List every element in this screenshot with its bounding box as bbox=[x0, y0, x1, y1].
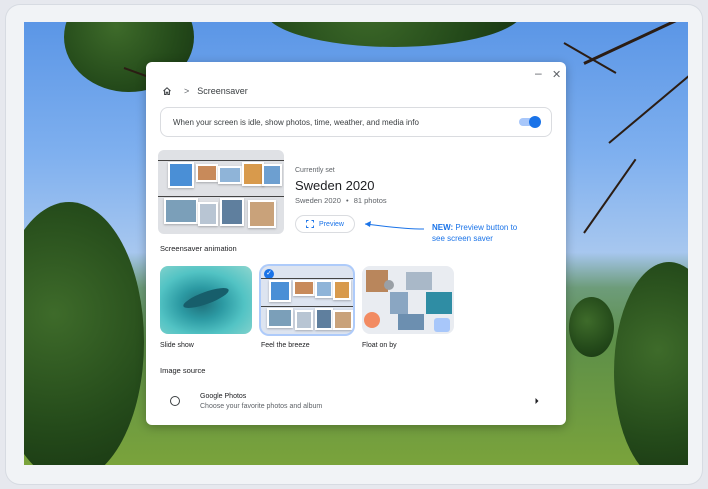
branch bbox=[583, 158, 637, 234]
idle-toggle-label: When your screen is idle, show photos, t… bbox=[173, 117, 419, 127]
right-tree-small bbox=[569, 297, 614, 357]
float-shape bbox=[434, 318, 450, 332]
branch bbox=[563, 42, 617, 74]
album-photo bbox=[168, 162, 194, 188]
image-source-google-photos[interactable]: Google Photos Choose your favorite photo… bbox=[160, 382, 552, 420]
float-photo bbox=[406, 272, 432, 290]
album-name: Sweden 2020 bbox=[295, 196, 341, 205]
top-canopy bbox=[264, 22, 524, 47]
album-photo bbox=[196, 164, 218, 182]
right-tree bbox=[614, 262, 688, 465]
chevron-right-icon bbox=[535, 398, 539, 404]
reef-shape bbox=[181, 284, 231, 312]
preview-label: Preview bbox=[319, 220, 344, 228]
annotation-bold: NEW: bbox=[432, 223, 454, 232]
idle-toggle-switch[interactable] bbox=[519, 116, 541, 128]
album-photo bbox=[198, 202, 218, 226]
source-subtitle: Choose your favorite photos and album bbox=[200, 402, 323, 410]
clothesline bbox=[158, 196, 284, 197]
anim-photo bbox=[267, 308, 293, 328]
breadcrumb-separator: > bbox=[184, 86, 190, 96]
album-photo bbox=[164, 198, 198, 224]
animation-option-label: Slide show bbox=[160, 342, 194, 349]
animation-option-float-on-by[interactable] bbox=[362, 266, 454, 334]
anim-photo bbox=[295, 310, 313, 330]
source-title: Google Photos bbox=[200, 392, 247, 400]
preview-button[interactable]: Preview bbox=[295, 215, 355, 233]
branch bbox=[583, 22, 688, 65]
source-text: Google Photos Choose your favorite photo… bbox=[200, 393, 534, 410]
anim-photo bbox=[333, 280, 351, 300]
clothesline bbox=[261, 306, 353, 307]
album-photo bbox=[220, 198, 244, 226]
branch bbox=[608, 71, 688, 144]
animation-option-feel-the-breeze[interactable]: ✓ bbox=[261, 266, 353, 334]
clothesline bbox=[261, 278, 353, 279]
album-photo bbox=[262, 164, 282, 186]
clothesline bbox=[158, 160, 284, 161]
anim-photo bbox=[315, 308, 333, 330]
annotation-line1: Preview button to bbox=[455, 223, 518, 232]
float-photo bbox=[426, 292, 452, 314]
anim-photo bbox=[315, 280, 333, 298]
animation-option-label: Float on by bbox=[362, 342, 397, 349]
annotation-text: NEW: Preview button to see screen saver bbox=[432, 222, 517, 244]
radio-button[interactable] bbox=[170, 396, 180, 406]
album-thumbnail bbox=[158, 150, 284, 234]
float-shape bbox=[384, 280, 394, 290]
anim-photo bbox=[333, 310, 353, 330]
album-title: Sweden 2020 bbox=[295, 178, 375, 193]
close-button[interactable]: ✕ bbox=[552, 68, 561, 81]
current-album-info: Currently set Sweden 2020 Sweden 2020 • … bbox=[295, 167, 387, 205]
left-tree bbox=[24, 202, 144, 465]
currently-set-caption: Currently set bbox=[295, 167, 335, 174]
idle-toggle-card: When your screen is idle, show photos, t… bbox=[160, 107, 552, 137]
animation-option-label: Feel the breeze bbox=[261, 342, 310, 349]
meta-separator: • bbox=[345, 196, 349, 205]
anim-photo bbox=[269, 280, 291, 302]
float-photo bbox=[390, 292, 408, 314]
album-meta: Sweden 2020 • 81 photos bbox=[295, 196, 387, 205]
breadcrumb-page: Screensaver bbox=[197, 86, 248, 96]
album-photo bbox=[242, 162, 264, 186]
home-icon[interactable] bbox=[162, 86, 172, 96]
float-shape bbox=[364, 312, 380, 328]
album-photo bbox=[248, 200, 276, 228]
image-source-title: Image source bbox=[160, 366, 206, 375]
animation-option-slide-show[interactable] bbox=[160, 266, 252, 334]
animation-section-title: Screensaver animation bbox=[160, 244, 237, 253]
fullscreen-icon bbox=[306, 220, 314, 228]
float-photo bbox=[398, 314, 424, 330]
annotation-line2: see screen saver bbox=[432, 234, 493, 243]
photo-count: 81 photos bbox=[353, 196, 387, 205]
album-photo bbox=[218, 166, 242, 184]
minimize-button[interactable]: – bbox=[535, 66, 542, 80]
breadcrumb: > Screensaver bbox=[162, 86, 248, 96]
anim-photo bbox=[293, 280, 315, 296]
